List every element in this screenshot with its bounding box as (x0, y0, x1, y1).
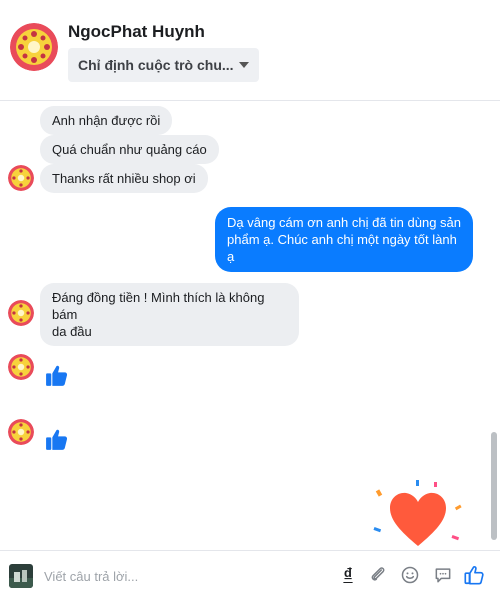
reply-input[interactable] (42, 561, 326, 591)
heart-sticker-icon (368, 476, 468, 548)
message-text: da đầu (52, 324, 92, 339)
message-text: phẩm ạ. Chúc anh chị một ngày tốt lành ạ (227, 232, 457, 264)
assign-conversation-dropdown[interactable]: Chỉ định cuộc trò chu... (68, 48, 259, 82)
assign-label: Chỉ định cuộc trò chu... (78, 57, 234, 73)
message-thread[interactable]: Anh nhận được rồi Quá chuẩn như quảng cá… (0, 101, 500, 550)
message-text: Đáng đồng tiền ! Mình thích là không bám (52, 290, 265, 322)
message-bubble: Thanks rất nhiều shop ơi (40, 164, 208, 193)
message-text: Thanks rất nhiều shop ơi (52, 171, 196, 186)
sender-avatar (8, 354, 34, 380)
message-text: Dạ vâng cám ơn anh chị đã tin dùng sản (227, 215, 462, 230)
outgoing-message-bubble: Dạ vâng cám ơn anh chị đã tin dùng sản p… (215, 207, 473, 272)
profile-avatar-icon (8, 419, 34, 445)
message-composer: ₫ (0, 550, 500, 599)
profile-avatar-icon (8, 165, 34, 191)
conversation-header: NgocPhat Huynh Chỉ định cuộc trò chu... (0, 0, 500, 101)
profile-avatar-icon (10, 23, 58, 71)
like-thumb-icon (44, 427, 69, 452)
profile-avatar-icon (8, 300, 34, 326)
chat-bubble-icon[interactable] (431, 563, 455, 587)
currency-dong-icon[interactable]: ₫ (336, 563, 360, 587)
sender-avatar (8, 419, 34, 445)
dropdown-caret-icon (239, 62, 249, 68)
thread-scrollbar[interactable] (491, 432, 497, 540)
sender-avatar (8, 300, 34, 326)
contact-name[interactable]: NgocPhat Huynh (68, 22, 205, 42)
message-bubble: Đáng đồng tiền ! Mình thích là không bám… (40, 283, 299, 346)
contact-avatar[interactable] (10, 23, 58, 71)
page-avatar (9, 564, 33, 588)
sender-avatar (8, 165, 34, 191)
profile-avatar-icon (8, 354, 34, 380)
message-text: Anh nhận được rồi (52, 113, 161, 128)
like-thumb-icon (44, 363, 69, 388)
thumbs-up-icon[interactable] (462, 563, 486, 587)
message-bubble: Quá chuẩn như quảng cáo (40, 135, 219, 164)
message-text: Quá chuẩn như quảng cáo (52, 142, 207, 157)
paperclip-icon[interactable] (366, 563, 390, 587)
emoji-icon[interactable] (398, 563, 422, 587)
message-bubble: Anh nhận được rồi (40, 106, 173, 135)
